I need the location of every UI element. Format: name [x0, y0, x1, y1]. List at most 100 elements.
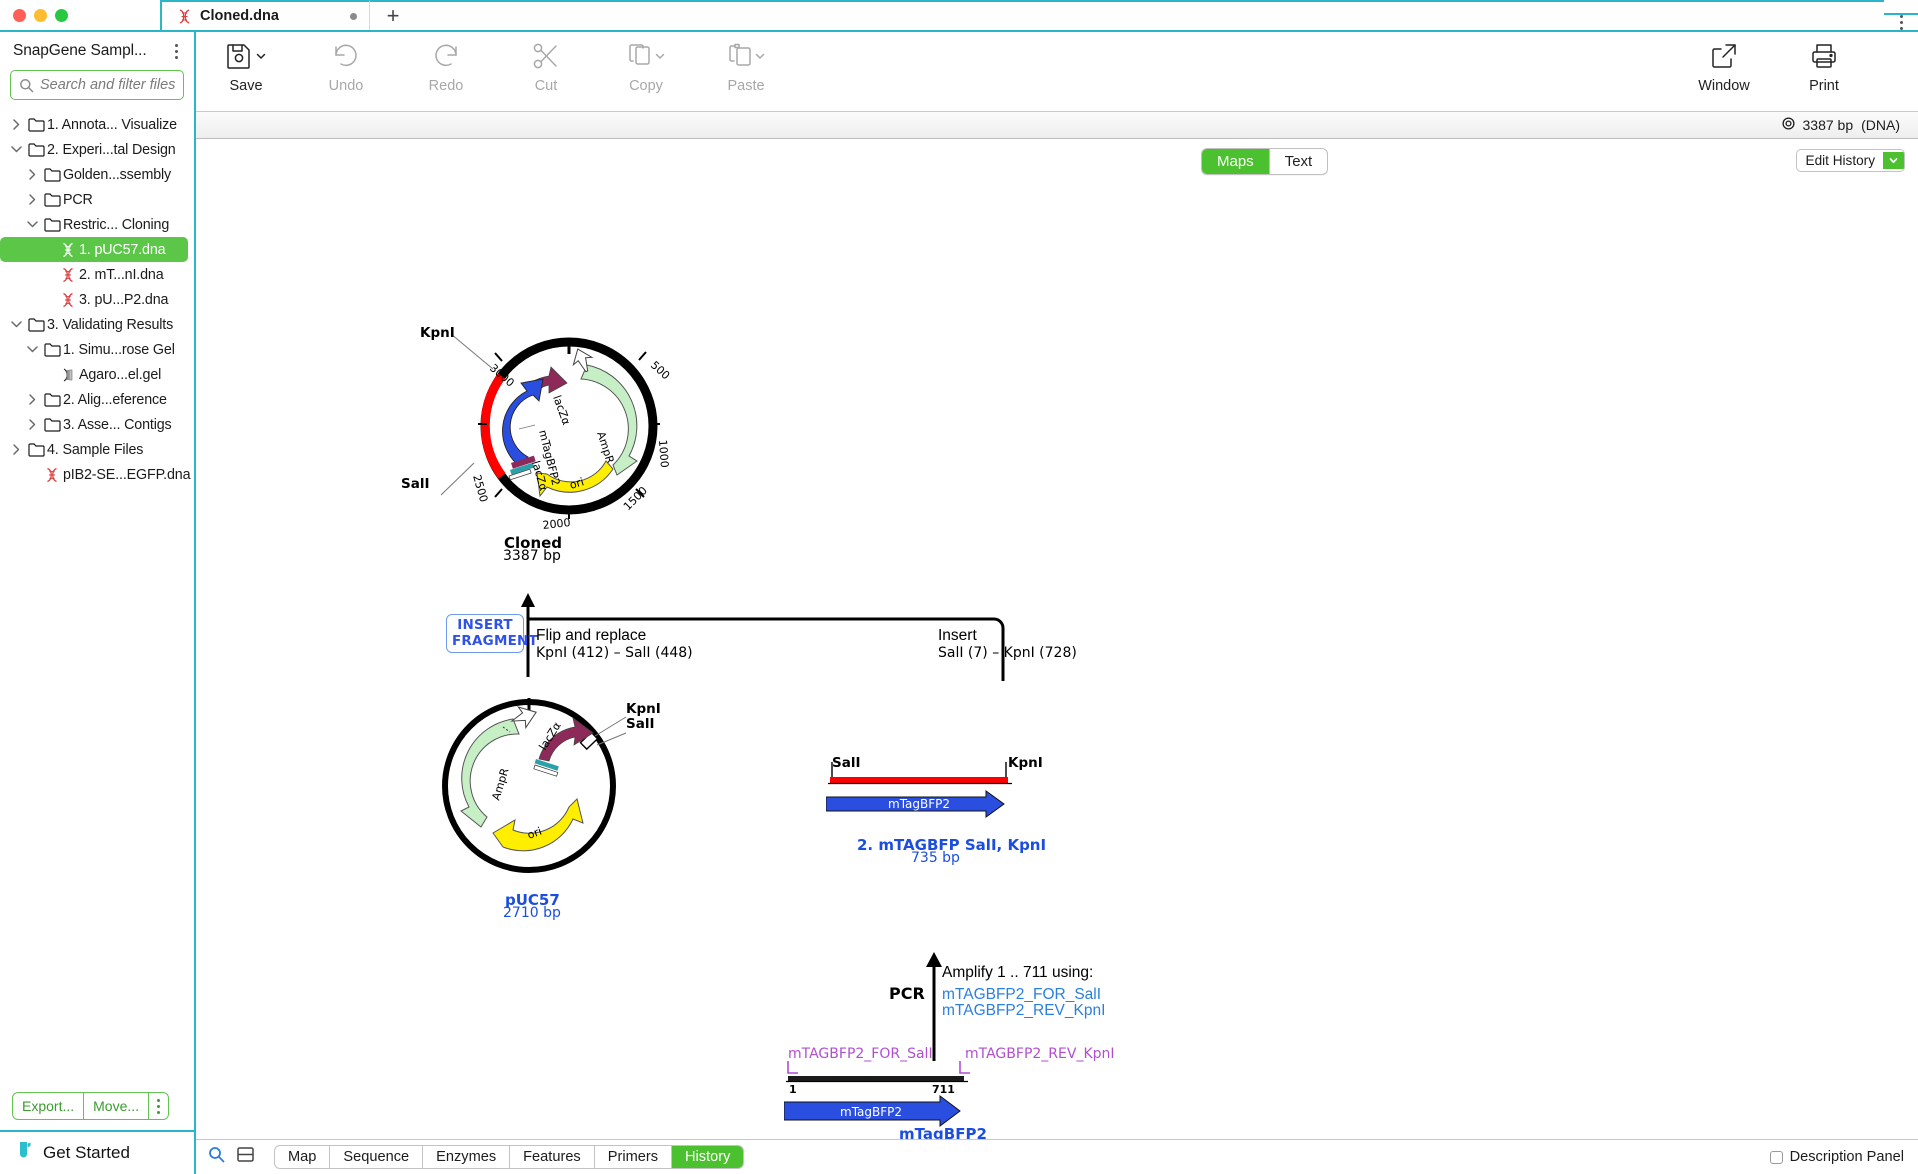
tree-item-1-annota-visualize[interactable]: 1. Annota... Visualize: [0, 112, 194, 137]
tab-map[interactable]: Map: [275, 1146, 329, 1168]
tree-item-2-mt-ni-dna[interactable]: 2. mT...nI.dna: [0, 262, 194, 287]
tree-item-1-puc57-dna[interactable]: 1. pUC57.dna: [0, 237, 188, 262]
chevron-right-icon[interactable]: [24, 168, 41, 181]
tree-item-3-validating-results[interactable]: 3. Validating Results: [0, 312, 194, 337]
chevron-down-icon[interactable]: [24, 343, 41, 356]
chevron-down-icon[interactable]: [655, 52, 665, 61]
svg-text:1000: 1000: [656, 439, 671, 468]
split-view-icon[interactable]: [237, 1147, 254, 1167]
move-button[interactable]: Move...: [84, 1093, 149, 1119]
document-tab-cloned[interactable]: Cloned.dna: [160, 0, 370, 30]
tree-item-pib2-se-egfp-dna[interactable]: pIB2-SE...EGFP.dna: [0, 462, 194, 487]
chevron-right-icon[interactable]: [24, 418, 41, 431]
tree-item-2-alig-eference[interactable]: 2. Alig...eference: [0, 387, 194, 412]
tree-item-pcr[interactable]: PCR: [0, 187, 194, 212]
puc57-plasmid-map[interactable]: AmpR ori lacZα: [441, 689, 721, 889]
fragment-label-kpni: KpnI: [1008, 755, 1043, 771]
toolbar: SaveUndo Redo CutCopyPaste Window Print: [196, 32, 1918, 112]
tab-history[interactable]: History: [671, 1146, 743, 1168]
get-started-bar[interactable]: Get Started: [0, 1130, 194, 1174]
print-label: Print: [1809, 78, 1839, 94]
chevron-down-icon[interactable]: [256, 52, 266, 61]
print-button[interactable]: Print: [1774, 41, 1874, 94]
tab-enzymes[interactable]: Enzymes: [422, 1146, 509, 1168]
tree-item-4-sample-files[interactable]: 4. Sample Files: [0, 437, 194, 462]
folder-icon: [41, 342, 63, 357]
tab-features[interactable]: Features: [509, 1146, 594, 1168]
tree-item-2-experi-tal-design[interactable]: 2. Experi...tal Design: [0, 137, 194, 162]
tab-primers[interactable]: Primers: [594, 1146, 671, 1168]
tree-item-label: Agaro...el.gel: [79, 367, 161, 383]
tab-sequence[interactable]: Sequence: [329, 1146, 422, 1168]
copy-icon: [627, 41, 665, 71]
chevron-down-icon[interactable]: [755, 52, 765, 61]
pcr-primer-reverse[interactable]: mTAGBFP2_REV_KpnI: [942, 1002, 1105, 1020]
insert-fragment-badge: INSERT FRAGMENT: [446, 614, 524, 653]
maximize-window-button[interactable]: [55, 9, 68, 22]
chevron-down-icon[interactable]: [1883, 152, 1904, 169]
redo-icon: [432, 41, 460, 71]
cut-button[interactable]: Cut: [496, 41, 596, 94]
tree-item-restric-cloning[interactable]: Restric... Cloning: [0, 212, 194, 237]
maps-text-toggle: Maps Text: [1201, 148, 1328, 175]
undo-button[interactable]: Undo: [296, 41, 396, 94]
folder-icon: [25, 317, 47, 332]
edit-history-button[interactable]: Edit History: [1796, 149, 1906, 172]
save-button[interactable]: Save: [196, 41, 296, 94]
chevron-right-icon[interactable]: [8, 443, 25, 456]
tree-item-3-pu-p2-dna[interactable]: 3. pU...P2.dna: [0, 287, 194, 312]
search-and-filter-box[interactable]: [10, 70, 184, 100]
tree-item-golden-ssembly[interactable]: Golden...ssembly: [0, 162, 194, 187]
folder-icon: [41, 417, 63, 432]
tree-item-label: 2. mT...nI.dna: [79, 267, 164, 283]
save-icon: [226, 41, 266, 71]
sequence-length: 3387 bp: [1803, 117, 1854, 133]
printer-icon: [1810, 41, 1838, 71]
svg-text:2000: 2000: [542, 516, 571, 532]
chevron-down-icon[interactable]: [8, 318, 25, 331]
sidebar-title: SnapGene Sampl...: [13, 42, 166, 60]
chevron-right-icon[interactable]: [24, 393, 41, 406]
magnifier-icon[interactable]: [208, 1146, 225, 1168]
chevron-right-icon[interactable]: [8, 118, 25, 131]
redo-label: Redo: [429, 78, 464, 94]
description-panel-toggle[interactable]: Description Panel: [1770, 1149, 1904, 1165]
vertical-dots-icon: [157, 1099, 160, 1114]
search-icon: [19, 78, 34, 93]
svg-text:2500: 2500: [470, 473, 490, 503]
toggle-text[interactable]: Text: [1269, 149, 1328, 174]
puc57-label-kpni: KpnI: [626, 701, 661, 717]
chevron-down-icon[interactable]: [24, 218, 41, 231]
search-input[interactable]: [40, 77, 175, 93]
close-window-button[interactable]: [13, 9, 26, 22]
sidebar-more-button[interactable]: [149, 1093, 168, 1119]
chevron-down-icon[interactable]: [8, 143, 25, 156]
toggle-maps[interactable]: Maps: [1202, 149, 1269, 174]
svg-text:711: 711: [932, 1083, 955, 1096]
tree-item-1-simu-rose-gel[interactable]: 1. Simu...rose Gel: [0, 337, 194, 362]
tree-item-agaro-el-gel[interactable]: Agaro...el.gel: [0, 362, 194, 387]
sidebar-menu-button[interactable]: [166, 44, 186, 59]
pcr-amplify-title: Amplify 1 .. 711 using:: [942, 964, 1093, 982]
window-button[interactable]: Window: [1674, 41, 1774, 94]
window-menu-button[interactable]: [1884, 13, 1918, 30]
tree-item-label: 2. Experi...tal Design: [47, 142, 176, 158]
insert-right-title: Insert: [938, 627, 977, 645]
copy-button[interactable]: Copy: [596, 41, 696, 94]
description-panel-checkbox[interactable]: [1770, 1151, 1783, 1164]
redo-button[interactable]: Redo: [396, 41, 496, 94]
toolbar-left-group: SaveUndo Redo CutCopyPaste: [196, 41, 796, 94]
export-button[interactable]: Export...: [13, 1093, 84, 1119]
sidebar-header: SnapGene Sampl...: [0, 32, 194, 64]
tree-item-label: 4. Sample Files: [47, 442, 143, 458]
paste-button[interactable]: Paste: [696, 41, 796, 94]
sequence-type: (DNA): [1861, 117, 1900, 133]
cloned-plasmid-map[interactable]: 500 1000 1500 2000 2500 3000 AmpR ori: [401, 321, 731, 541]
tree-item-3-asse-contigs[interactable]: 3. Asse... Contigs: [0, 412, 194, 437]
tree-item-label: 1. Simu...rose Gel: [63, 342, 175, 358]
minimize-window-button[interactable]: [34, 9, 47, 22]
chevron-right-icon[interactable]: [24, 193, 41, 206]
view-tabs: MapSequenceEnzymesFeaturesPrimersHistory: [274, 1145, 744, 1169]
new-tab-button[interactable]: +: [370, 0, 416, 30]
insert-badge-line2: FRAGMENT: [452, 633, 538, 649]
